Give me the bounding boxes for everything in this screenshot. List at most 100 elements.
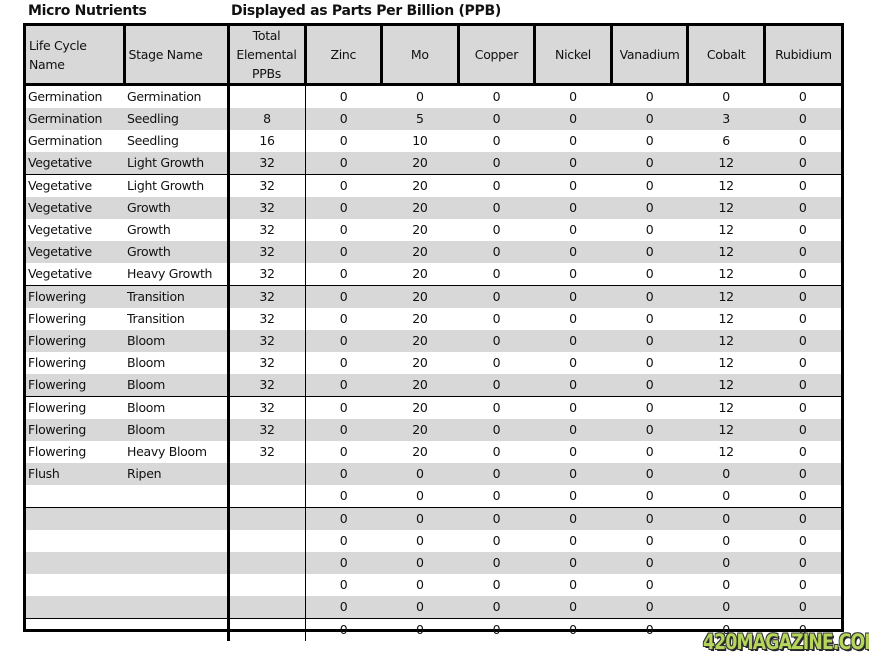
cell-cobalt: 0 xyxy=(687,552,765,574)
table-row: 0000000 xyxy=(26,552,841,574)
cell-copper: 0 xyxy=(492,89,501,104)
cell-mo: 0 xyxy=(381,507,459,530)
cell-vanadium: 0 xyxy=(611,241,688,263)
cell-life-cycle-name: Flowering xyxy=(28,311,86,326)
cell-zinc: 0 xyxy=(305,285,382,308)
cell-vanadium: 0 xyxy=(611,108,688,130)
cell-rubidium: 0 xyxy=(764,152,841,175)
cell-mo: 20 xyxy=(381,374,459,397)
cell-zinc: 0 xyxy=(305,596,382,619)
cell-copper: 0 xyxy=(458,152,535,175)
cell-rubidium: 0 xyxy=(764,596,841,619)
cell-stage-name xyxy=(124,552,230,574)
table-row: Flowering Bloom 32 0 20 0 0 0 12 0 xyxy=(26,330,841,352)
header-total-elemental-ppbs: Total Elemental PPBs xyxy=(228,26,307,86)
cell-nickel: 0 xyxy=(534,330,612,352)
cell-nickel: 0 xyxy=(534,507,612,530)
cell-rubidium: 0 xyxy=(764,485,841,508)
cell-total-elemental-ppbs xyxy=(228,596,306,619)
cell-nickel: 0 xyxy=(534,552,612,574)
cell-mo: 0 xyxy=(416,533,424,548)
cell-stage-name xyxy=(124,596,230,619)
cell-stage-name: Growth xyxy=(124,197,230,219)
cell-mo: 5 xyxy=(381,108,459,130)
cell-zinc: 0 xyxy=(305,241,382,263)
cell-rubidium: 0 xyxy=(798,222,807,237)
table-row: Germination Germination 0 0 0 0 0 0 0 xyxy=(26,84,841,108)
cell-vanadium: 0 xyxy=(645,133,654,148)
table-row: Flowering Bloom 32 0 20 0 0 0 12 0 xyxy=(26,352,841,374)
cell-rubidium: 0 xyxy=(798,400,807,415)
cell-zinc: 0 xyxy=(339,622,348,637)
cell-mo: 20 xyxy=(381,419,459,441)
cell-vanadium: 0 xyxy=(611,507,688,530)
cell-life-cycle-name: Vegetative xyxy=(26,152,124,175)
cell-copper: 0 xyxy=(458,552,535,574)
cell-total-elemental-ppbs: 32 xyxy=(228,263,306,286)
cell-stage-name: Bloom xyxy=(124,419,230,441)
cell-nickel: 0 xyxy=(534,263,612,286)
table-row: Vegetative Growth 32 0 20 0 0 0 12 0 xyxy=(26,219,841,241)
cell-vanadium: 0 xyxy=(611,596,688,619)
cell-cobalt: 12 xyxy=(718,444,734,459)
cell-nickel: 0 xyxy=(569,444,577,459)
cell-stage-name: Ripen xyxy=(124,463,230,485)
cell-cobalt: 12 xyxy=(718,178,734,193)
cell-copper: 0 xyxy=(492,400,501,415)
cell-rubidium: 0 xyxy=(764,330,841,352)
cell-copper: 0 xyxy=(492,355,501,370)
cell-zinc: 0 xyxy=(305,485,382,508)
cell-copper: 0 xyxy=(492,222,501,237)
cell-cobalt: 0 xyxy=(687,507,765,530)
table-row: Flush Ripen 0 0 0 0 0 0 0 xyxy=(26,463,841,485)
cell-nickel: 0 xyxy=(534,241,612,263)
header-copper: Copper xyxy=(458,26,537,86)
cell-rubidium: 0 xyxy=(798,89,807,104)
cell-rubidium: 0 xyxy=(798,178,807,193)
cell-total-elemental-ppbs: 32 xyxy=(228,419,306,441)
cell-stage-name: Light Growth xyxy=(124,152,230,175)
header-rubidium: Rubidium xyxy=(764,26,841,86)
cell-rubidium: 0 xyxy=(764,552,841,574)
cell-nickel: 0 xyxy=(534,374,612,397)
cell-mo: 0 xyxy=(416,89,424,104)
cell-nickel: 0 xyxy=(569,178,577,193)
cell-zinc: 0 xyxy=(339,133,348,148)
table-row: 0000000 xyxy=(26,485,841,508)
cell-life-cycle-name xyxy=(26,619,124,642)
cell-mo: 20 xyxy=(381,241,459,263)
cell-total-elemental-ppbs xyxy=(228,463,306,485)
cell-cobalt: 12 xyxy=(687,263,765,286)
cell-stage-name xyxy=(124,574,230,596)
table-header: Life Cycle Name Stage Name Total Element… xyxy=(26,26,841,86)
cell-total-elemental-ppbs xyxy=(228,530,306,552)
cell-life-cycle-name: Flowering xyxy=(26,330,124,352)
cell-mo: 20 xyxy=(381,197,459,219)
micro-nutrients-table: Life Cycle Name Stage Name Total Element… xyxy=(26,26,841,641)
cell-life-cycle-name: Flowering xyxy=(28,355,86,370)
cell-total-elemental-ppbs: 32 xyxy=(228,374,306,397)
cell-zinc: 0 xyxy=(339,311,348,326)
table-row: 0000000 xyxy=(26,507,841,530)
cell-cobalt: 0 xyxy=(722,89,730,104)
cell-rubidium: 0 xyxy=(764,108,841,130)
cell-stage-name: Growth xyxy=(124,241,230,263)
cell-mo: 0 xyxy=(416,577,424,592)
cell-zinc: 0 xyxy=(339,89,348,104)
cell-cobalt: 3 xyxy=(687,108,765,130)
table-row: Germination Seedling 16 0 10 0 0 0 6 0 xyxy=(26,130,841,152)
cell-cobalt: 12 xyxy=(687,330,765,352)
cell-copper: 0 xyxy=(458,108,535,130)
cell-rubidium: 0 xyxy=(764,197,841,219)
header-nickel: Nickel xyxy=(534,26,613,86)
cell-rubidium: 0 xyxy=(764,241,841,263)
cell-rubidium: 0 xyxy=(798,133,807,148)
cell-total-elemental-ppbs: 32 xyxy=(228,330,306,352)
cell-rubidium: 0 xyxy=(798,311,807,326)
cell-mo: 20 xyxy=(381,263,459,286)
cell-copper: 0 xyxy=(492,311,501,326)
cell-copper: 0 xyxy=(492,444,501,459)
cell-total-elemental-ppbs: 32 xyxy=(228,174,306,197)
cell-vanadium: 0 xyxy=(611,330,688,352)
cell-cobalt: 0 xyxy=(722,577,730,592)
